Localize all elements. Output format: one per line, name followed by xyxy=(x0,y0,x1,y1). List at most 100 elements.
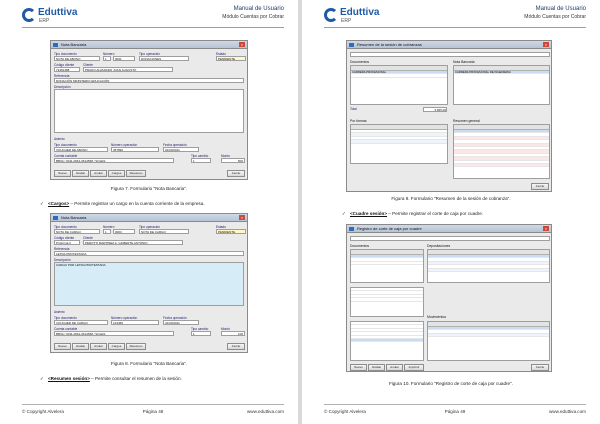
section-documentos: Documentos xyxy=(350,244,370,248)
descripcion-textarea[interactable]: CARGO POR LETRA PROTESTADA xyxy=(54,262,244,306)
cliente-field[interactable]: PEROTTI MARTINEZ A. GILBERTE ANTONIO xyxy=(83,240,183,245)
footer-site: www.eduttiva.com xyxy=(246,409,284,414)
close-icon[interactable]: × xyxy=(239,215,245,220)
window-icon xyxy=(53,216,58,220)
window-icon xyxy=(349,43,354,47)
check-icon: ✓ xyxy=(40,201,44,206)
totales-panel xyxy=(350,287,424,317)
bullet-cuadre-text: – Permite registrar el corte de caja por… xyxy=(387,211,484,216)
resumen-button[interactable]: Resumen xyxy=(126,343,146,350)
tipo-op-select[interactable]: NOTA DE CARGO xyxy=(139,229,189,234)
referencia-field[interactable]: LETRA PROTESTADA xyxy=(54,251,244,256)
total-field: 3,655.00 xyxy=(423,107,447,112)
cargos-button[interactable]: Cargos xyxy=(108,343,125,350)
close-icon[interactable]: × xyxy=(239,42,245,47)
cerrar-button[interactable]: Cerrar xyxy=(227,343,245,350)
formas-grid[interactable] xyxy=(350,124,448,164)
table-row[interactable] xyxy=(428,268,549,272)
numero-op-field[interactable]: 457890 xyxy=(111,147,159,152)
cerrar-button[interactable]: Cerrar xyxy=(227,170,245,177)
module-title: Módulo Cuentas por Cobrar xyxy=(524,14,586,20)
nuevo-button[interactable]: Nuevo xyxy=(54,170,71,177)
label-asiento: Asiento xyxy=(54,137,65,141)
cliente-field[interactable]: PRADO ALVARADO JUAN AUGUSTO xyxy=(83,67,173,72)
nota-bancaria-window-2: Nota Bancaria × Tipo documento Número Ti… xyxy=(50,213,248,353)
header-rule xyxy=(22,27,284,28)
fecha-op-field[interactable]: 01/03/2011 xyxy=(163,147,199,152)
header-titles: Manual de Usuario Módulo Cuentas por Cob… xyxy=(516,6,586,26)
tipo-cambio-field[interactable]: 1 xyxy=(191,331,211,336)
table-row[interactable] xyxy=(351,140,447,144)
doc-select[interactable]: VOUCHER DE CARGO xyxy=(54,320,108,325)
manual-title: Manual de Usuario xyxy=(233,6,284,12)
table-row[interactable] xyxy=(454,163,549,168)
tipo-op-select[interactable]: DONACIONES xyxy=(139,56,189,61)
referencia-field[interactable]: DONACIÓN MINISTERIO EDUCACIÓN xyxy=(54,78,244,83)
total-label: Total xyxy=(350,107,357,111)
cerrar-button[interactable]: Cerrar xyxy=(531,183,549,190)
eduttiva-logo: Eduttiva ERP xyxy=(324,6,384,26)
panel-documentos-title: Documentos xyxy=(350,60,370,64)
descripcion-textarea[interactable] xyxy=(54,89,244,133)
logo-name: Eduttiva xyxy=(340,7,380,18)
page-footer: © Copyright Alvelera Página 48 www.edutt… xyxy=(22,404,284,414)
imprimir-button[interactable]: Imprimir xyxy=(404,364,424,371)
logo-mark-icon xyxy=(22,8,36,22)
window-icon xyxy=(53,43,58,47)
codigo-cliente-field[interactable]: Proforma:3 xyxy=(54,240,80,245)
numero-field[interactable]: 0001 xyxy=(113,56,135,61)
depositaciones-grid[interactable] xyxy=(427,249,550,283)
numero-op-field[interactable]: 123456 xyxy=(111,320,159,325)
fecha-op-field[interactable]: 31/03/2011 xyxy=(163,320,199,325)
footer-site: www.eduttiva.com xyxy=(548,409,586,414)
term-resumen: <Resumen sesión> xyxy=(48,376,90,381)
cerrar-button[interactable]: Cerrar xyxy=(531,364,549,371)
bullet-cargos-text: – Permite registrar un cargo en la cuent… xyxy=(69,201,205,206)
bullet-resumen-text: – Permite consultar el resumen de la ses… xyxy=(89,376,182,381)
table-row[interactable]: CARRERA PROFESIONAL DE INGENIERÍA xyxy=(454,71,549,75)
anular-button[interactable]: Anular xyxy=(386,364,403,371)
nota-bancaria-grid[interactable]: CARRERA PROFESIONAL DE INGENIERÍA xyxy=(453,65,550,105)
figure-caption-10: Figura 10. Formulario "Registro de corte… xyxy=(388,381,514,386)
resumen-general-grid[interactable] xyxy=(453,124,550,179)
tipo-doc-select[interactable]: NOTA DE CARGO xyxy=(54,229,100,234)
table-row[interactable] xyxy=(351,74,447,78)
resumen-button[interactable]: Resumen xyxy=(126,170,146,177)
monto-field[interactable]: 100 xyxy=(221,331,245,336)
serie-field[interactable]: 1 xyxy=(103,229,111,234)
movimientos-grid[interactable] xyxy=(427,321,550,361)
documentos-grid[interactable] xyxy=(350,249,424,283)
doc-select[interactable]: VOUCHER DE ABONO xyxy=(54,147,108,152)
serie-field[interactable]: 1 xyxy=(103,56,111,61)
tipo-cambio-field[interactable]: 1 xyxy=(191,158,211,163)
close-icon[interactable]: × xyxy=(543,42,549,47)
anular-button[interactable]: Anular xyxy=(90,170,107,177)
window-titlebar: Registro de corte de caja por cuadre × xyxy=(347,225,551,233)
figure-caption-9: Figura 9. Formulario "Resumen de la sesi… xyxy=(391,196,511,201)
anular-button[interactable]: Anular xyxy=(90,343,107,350)
cuenta-select[interactable]: BBVA / 0011-0661-0614568 / SOLES xyxy=(54,331,174,336)
window-titlebar: Resumen de la sesión de cobranzas × xyxy=(347,41,551,49)
numero-field[interactable]: 0003 xyxy=(113,229,135,234)
documentos-grid[interactable]: CARRERA PROFESIONAL xyxy=(350,65,448,105)
manual-spread: Eduttiva ERP Manual de Usuario Módulo Cu… xyxy=(0,0,600,424)
corte-caja-window: Registro de corte de caja por cuadre × D… xyxy=(346,224,552,372)
cargos-button[interactable]: Cargos xyxy=(108,170,125,177)
page-right: Eduttiva ERP Manual de Usuario Módulo Cu… xyxy=(302,0,600,424)
nuevo-button[interactable]: Nuevo xyxy=(54,343,71,350)
grabar-button[interactable]: Grabar xyxy=(368,364,385,371)
page-left: Eduttiva ERP Manual de Usuario Módulo Cu… xyxy=(0,0,298,424)
codigo-cliente-field[interactable]: 72491488 xyxy=(54,67,80,72)
close-icon[interactable]: × xyxy=(543,226,549,231)
table-row[interactable] xyxy=(351,262,423,266)
session-header-fields xyxy=(350,52,550,57)
table-row xyxy=(351,298,423,302)
cuenta-select[interactable]: BBVA / 0011-0661-0614568 / SOLES xyxy=(54,158,174,163)
grabar-button[interactable]: Grabar xyxy=(72,343,89,350)
tipo-doc-select[interactable]: NOTA DE ABONO xyxy=(54,56,100,61)
table-row[interactable] xyxy=(428,333,549,338)
monto-field[interactable]: 500 xyxy=(221,158,245,163)
resumen-panel xyxy=(350,321,424,361)
nuevo-button[interactable]: Nuevo xyxy=(350,364,367,371)
grabar-button[interactable]: Grabar xyxy=(72,170,89,177)
